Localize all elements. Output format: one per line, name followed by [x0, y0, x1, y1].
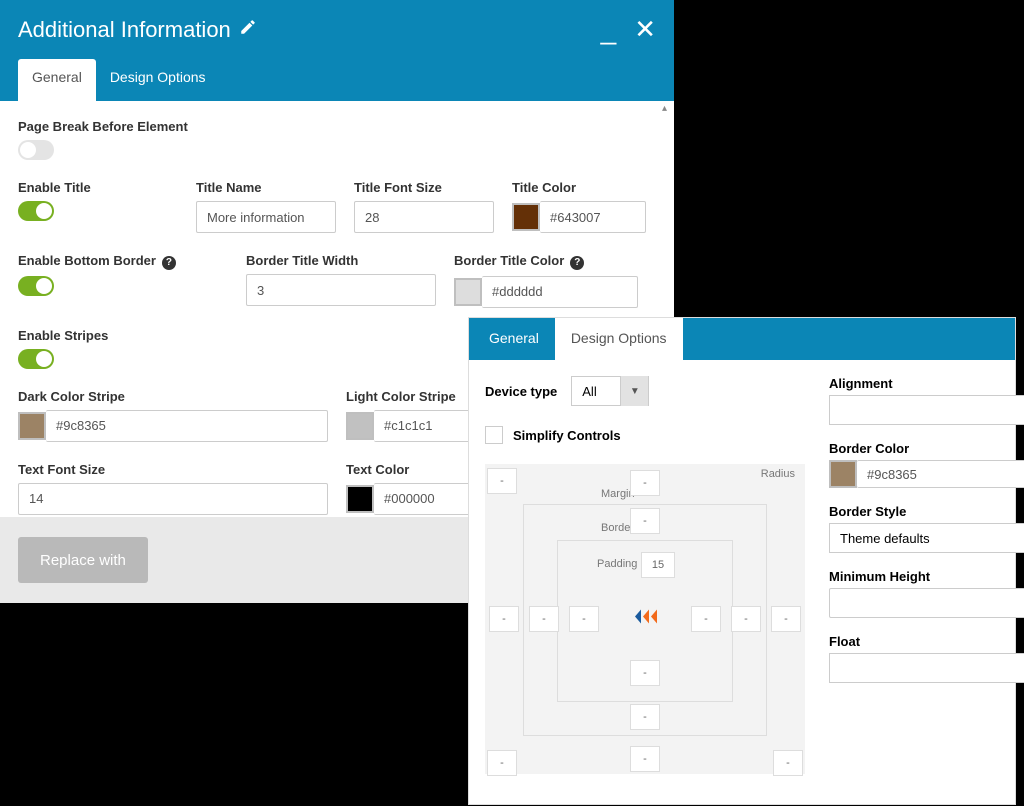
- dark-stripe-swatch[interactable]: [18, 412, 46, 440]
- page-break-label: Page Break Before Element: [18, 119, 188, 134]
- simplify-controls-checkbox[interactable]: [485, 426, 503, 444]
- help-icon[interactable]: ?: [570, 256, 584, 270]
- radius-bl-input[interactable]: [487, 750, 517, 776]
- padding-right-input[interactable]: [691, 606, 721, 632]
- enable-title-label: Enable Title: [18, 180, 178, 195]
- padding-left-input[interactable]: [569, 606, 599, 632]
- radius-br-input[interactable]: [773, 750, 803, 776]
- light-stripe-swatch[interactable]: [346, 412, 374, 440]
- text-font-size-input[interactable]: [18, 483, 328, 515]
- page-break-toggle[interactable]: [18, 140, 54, 160]
- alignment-label: Alignment: [829, 376, 1024, 391]
- title-font-size-label: Title Font Size: [354, 180, 494, 195]
- enable-bottom-border-label: Enable Bottom Border?: [18, 253, 228, 270]
- edit-icon[interactable]: [239, 18, 257, 41]
- float-label: Float: [829, 634, 1024, 649]
- dark-stripe-input[interactable]: [46, 410, 328, 442]
- design-body: Device type All ▼ Simplify Controls Radi…: [469, 360, 1015, 790]
- tab-design-options-2[interactable]: Design Options: [555, 318, 683, 360]
- enable-stripes-toggle[interactable]: [18, 349, 54, 369]
- border-style-value: Theme defaults: [830, 531, 1024, 546]
- scroll-up-icon[interactable]: ▴: [662, 103, 672, 113]
- minimize-button[interactable]: _: [601, 25, 617, 35]
- box-model-editor: Radius Margin Border Padding: [485, 464, 805, 774]
- padding-bottom-input[interactable]: [630, 660, 660, 686]
- title-color-input[interactable]: [540, 201, 646, 233]
- design-options-dialog: General Design Options Device type All ▼…: [468, 317, 1016, 805]
- device-type-label: Device type: [485, 384, 557, 399]
- alignment-select[interactable]: ▼: [829, 395, 1024, 425]
- enable-stripes-label: Enable Stripes: [18, 328, 108, 343]
- device-type-select[interactable]: All ▼: [571, 376, 649, 406]
- border-title-color-label: Border Title Color?: [454, 253, 644, 270]
- title-name-input[interactable]: [196, 201, 336, 233]
- title-color-swatch[interactable]: [512, 203, 540, 231]
- border-title-width-input[interactable]: [246, 274, 436, 306]
- padding-top-input[interactable]: [641, 552, 675, 578]
- float-select[interactable]: ▼: [829, 653, 1024, 683]
- device-type-value: All: [572, 384, 620, 399]
- chevron-down-icon[interactable]: ▼: [620, 376, 648, 406]
- border-bottom-input[interactable]: [630, 704, 660, 730]
- title-name-label: Title Name: [196, 180, 336, 195]
- border-right-input[interactable]: [731, 606, 761, 632]
- tab-design-options[interactable]: Design Options: [96, 59, 220, 101]
- radius-label: Radius: [761, 468, 795, 480]
- min-height-input[interactable]: [829, 588, 1024, 618]
- border-title-width-label: Border Title Width: [246, 253, 436, 268]
- dialog-tabs: General Design Options: [0, 59, 674, 101]
- close-button[interactable]: ✕: [634, 14, 656, 45]
- margin-bottom-input[interactable]: [630, 746, 660, 772]
- tab-general[interactable]: General: [18, 59, 96, 101]
- border-top-input[interactable]: [630, 508, 660, 534]
- help-icon[interactable]: ?: [162, 256, 176, 270]
- border-title-color-input[interactable]: [482, 276, 638, 308]
- border-style-label: Border Style: [829, 504, 1024, 519]
- text-font-size-label: Text Font Size: [18, 462, 328, 477]
- text-color-swatch[interactable]: [346, 485, 374, 513]
- dialog-title: Additional Information: [18, 17, 231, 43]
- title-font-size-input[interactable]: [354, 201, 494, 233]
- border-title-color-swatch[interactable]: [454, 278, 482, 306]
- enable-title-toggle[interactable]: [18, 201, 54, 221]
- min-height-label: Minimum Height: [829, 569, 1024, 584]
- radius-tl-input[interactable]: [487, 468, 517, 494]
- border-style-select[interactable]: Theme defaults ▼: [829, 523, 1024, 553]
- design-tabs: General Design Options: [469, 318, 1015, 360]
- border-color-input[interactable]: [857, 460, 1024, 488]
- border-color-label: Border Color: [829, 441, 1024, 456]
- tab-general-2[interactable]: General: [469, 318, 555, 360]
- dialog-header: Additional Information _ ✕: [0, 0, 674, 59]
- title-color-label: Title Color: [512, 180, 652, 195]
- dark-stripe-label: Dark Color Stripe: [18, 389, 328, 404]
- border-left-input[interactable]: [529, 606, 559, 632]
- box-model-center-icon: [631, 607, 659, 632]
- simplify-controls-label: Simplify Controls: [513, 428, 621, 443]
- margin-right-input[interactable]: [771, 606, 801, 632]
- enable-bottom-border-toggle[interactable]: [18, 276, 54, 296]
- margin-left-input[interactable]: [489, 606, 519, 632]
- margin-top-input[interactable]: [630, 470, 660, 496]
- replace-with-button[interactable]: Replace with: [18, 537, 148, 583]
- border-color-swatch[interactable]: [829, 460, 857, 488]
